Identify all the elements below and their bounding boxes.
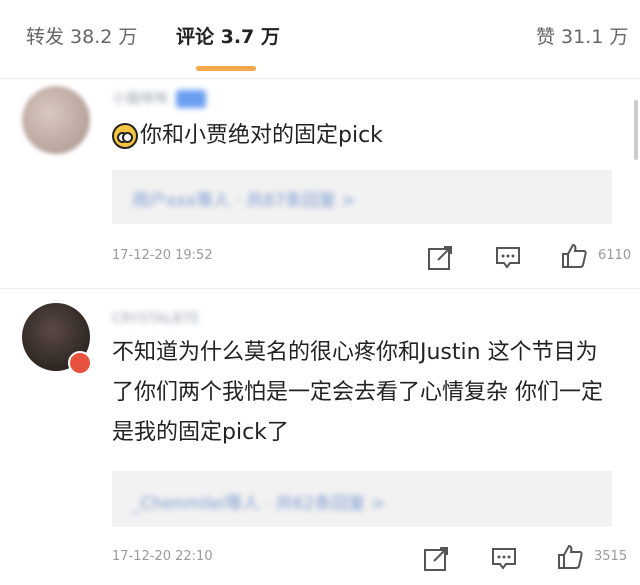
thumbs-up-icon[interactable]: [560, 242, 588, 270]
comment-text: 你和小贾绝对的固定pick: [112, 116, 610, 156]
comment-icon[interactable]: [494, 244, 522, 272]
share-icon[interactable]: [426, 244, 454, 272]
glasses-emoji-icon: [112, 123, 138, 149]
vip-badge: [176, 90, 206, 108]
username[interactable]: 小猫咪咪: [112, 88, 206, 108]
avatar-badge-icon: [68, 351, 92, 375]
comment-item: 小猫咪咪 你和小贾绝对的固定pick 用户xxx等人 · 共87条回复 > 17…: [0, 78, 640, 288]
comment-text: 不知道为什么莫名的很心疼你和Justin 这个节目为了你们两个我怕是一定会去看了…: [112, 340, 603, 445]
comment-item: CRYSTALBTE 不知道为什么莫名的很心疼你和Justin 这个节目为了你们…: [0, 289, 640, 585]
reply-preview-text: 用户xxx等人 · 共87条回复 >: [132, 191, 356, 211]
tab-like[interactable]: 赞 31.1 万: [536, 22, 628, 49]
active-tab-indicator: [196, 66, 256, 71]
reply-preview[interactable]: _Chenmilei等人 · 共62条回复 >: [112, 471, 612, 527]
thumbs-up-icon[interactable]: [556, 543, 584, 571]
username[interactable]: CRYSTALBTE: [112, 311, 200, 327]
like-count: 3515: [594, 549, 628, 564]
reply-preview-text: _Chenmilei等人 · 共62条回复 >: [132, 494, 386, 514]
comment-tabs: 转发 38.2 万 评论 3.7 万 赞 31.1 万: [0, 0, 640, 79]
reply-preview[interactable]: 用户xxx等人 · 共87条回复 >: [112, 170, 612, 224]
comment-icon[interactable]: [490, 545, 518, 573]
tab-comment[interactable]: 评论 3.7 万: [176, 22, 280, 49]
comment-time: 17-12-20 22:10: [112, 549, 213, 564]
comment-time: 17-12-20 19:52: [112, 248, 213, 263]
share-icon[interactable]: [422, 545, 450, 573]
like-count: 6110: [598, 248, 632, 263]
avatar[interactable]: [22, 86, 90, 154]
tab-repost[interactable]: 转发 38.2 万: [26, 22, 137, 49]
